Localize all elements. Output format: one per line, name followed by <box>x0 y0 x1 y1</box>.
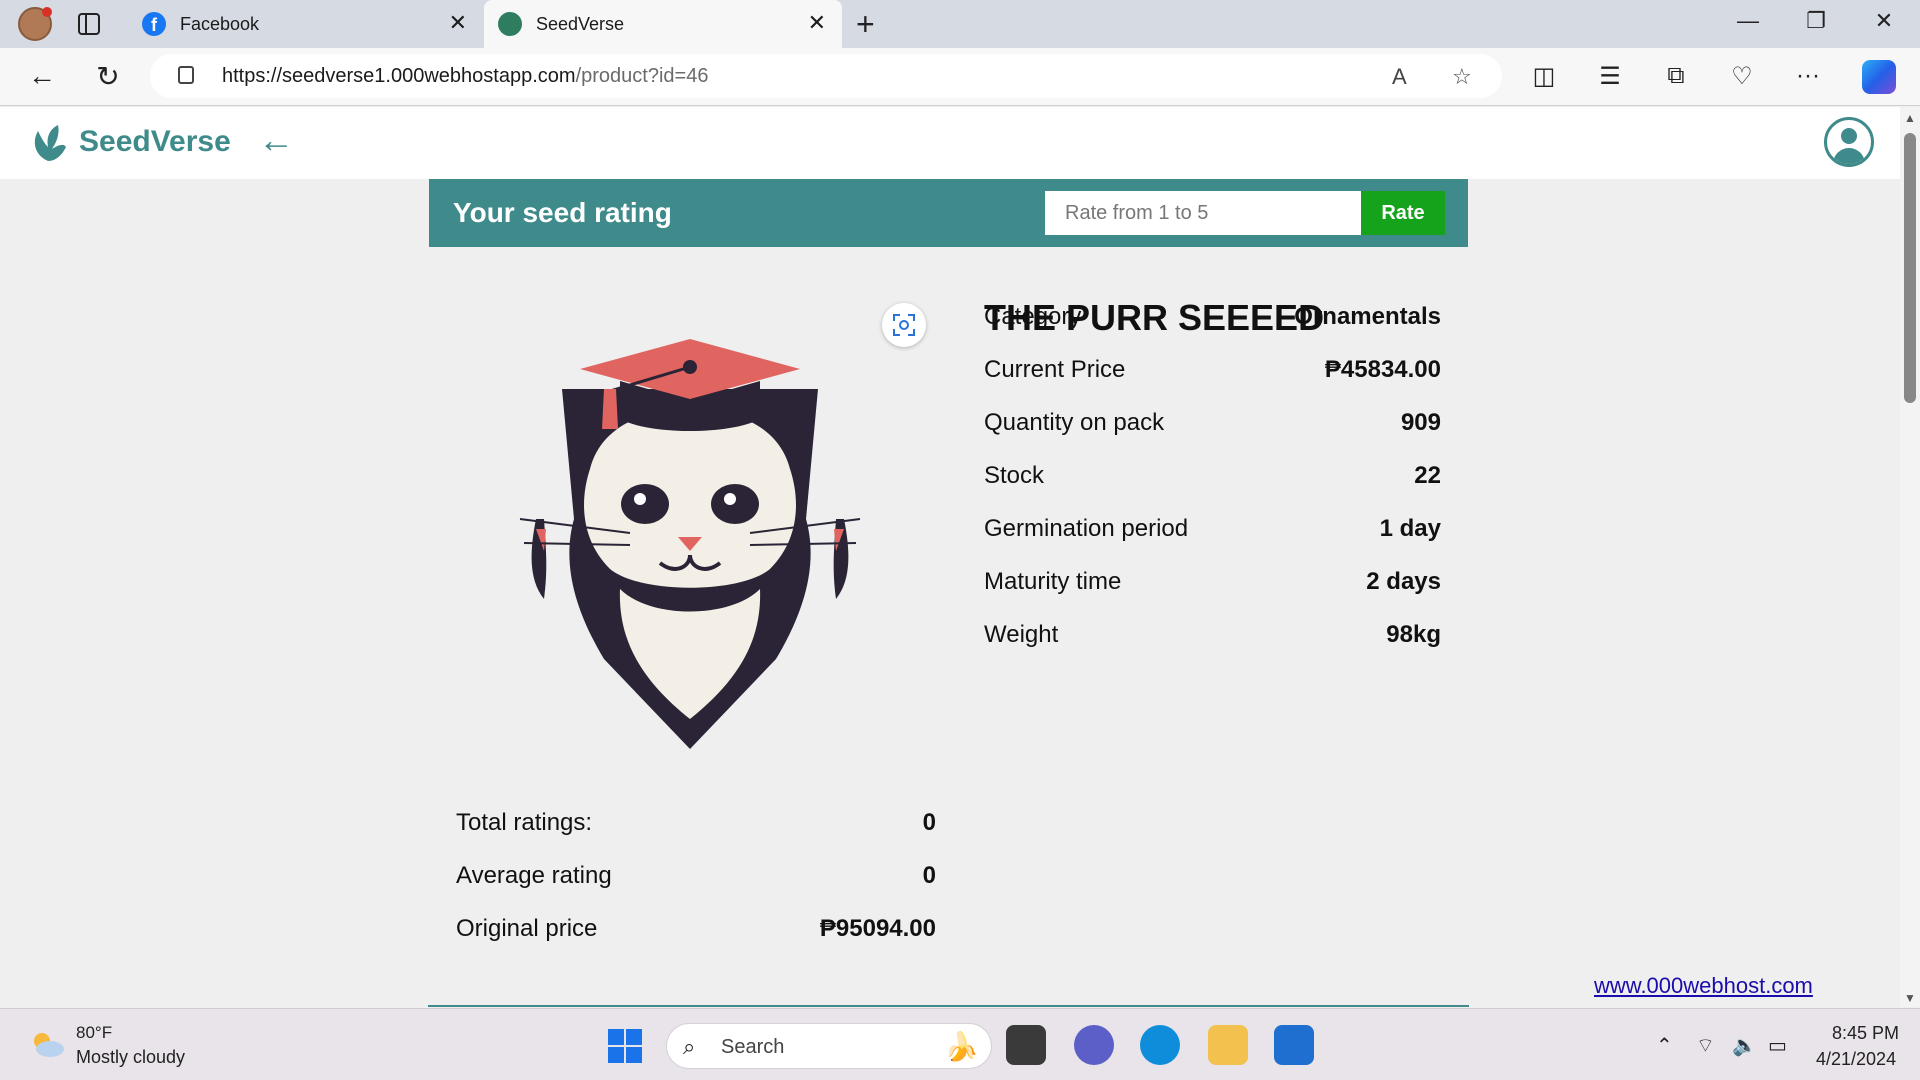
web-page: SeedVerse ← Your seed rating Rate from 1… <box>0 107 1900 1007</box>
refresh-icon[interactable]: ↻ <box>90 60 126 93</box>
scroll-up-icon[interactable]: ▲ <box>1904 111 1916 125</box>
product-image <box>519 339 861 749</box>
spec-label: Current Price <box>984 356 1126 383</box>
rating-input[interactable] <box>1045 191 1361 235</box>
spec-value: 909 <box>1400 409 1441 436</box>
new-tab-icon[interactable]: + <box>856 6 875 43</box>
profile-avatar[interactable] <box>18 7 52 41</box>
spec-value: 1 day <box>1379 515 1441 542</box>
close-tab-icon[interactable]: ✕ <box>449 10 467 36</box>
spec-value: Ornamentals <box>1294 303 1441 330</box>
search-highlight-icon: 🍌 <box>944 1031 979 1062</box>
spec-value: 98kg <box>1386 621 1441 648</box>
spec-row-stock: Stock 22 <box>984 462 1441 502</box>
browser-toolbar: ← ↻ https://seedverse1.000webhostapp.com… <box>0 48 1920 106</box>
stat-row-average-rating: Average rating 0 <box>456 862 936 902</box>
brand-name[interactable]: SeedVerse <box>79 125 231 159</box>
lock-icon[interactable] <box>178 66 194 84</box>
teams-chat-icon[interactable] <box>1074 1025 1114 1065</box>
spec-label: Stock <box>984 462 1045 489</box>
stat-value: 0 <box>922 862 936 889</box>
restore-icon[interactable]: ❐ <box>1796 8 1836 34</box>
back-icon[interactable]: ← <box>24 60 60 92</box>
favorites-icon[interactable]: ☰ <box>1590 62 1630 91</box>
spec-row-maturity: Maturity time 2 days <box>984 568 1441 608</box>
stat-row-original-price: Original price ₱95094.00 <box>456 915 936 955</box>
spec-label: Maturity time <box>984 568 1122 595</box>
minimize-icon[interactable]: — <box>1728 8 1768 34</box>
browser-tab-strip: f Facebook ✕ SeedVerse ✕ + — ❐ ✕ <box>0 0 1920 48</box>
favorite-star-icon[interactable]: ☆ <box>1452 64 1472 90</box>
read-aloud-icon[interactable]: A <box>1392 64 1407 90</box>
rating-title: Your seed rating <box>453 197 672 228</box>
weather-temperature[interactable]: 80°F <box>76 1023 112 1043</box>
clock-time[interactable]: 8:45 PM <box>1832 1023 1899 1044</box>
page-scrollbar[interactable]: ▲ ▼ <box>1900 107 1920 1007</box>
notification-dot <box>42 7 52 17</box>
spec-value: 22 <box>1414 462 1441 489</box>
file-explorer-icon[interactable] <box>1208 1025 1248 1065</box>
back-arrow-icon[interactable]: ← <box>258 119 294 161</box>
stat-value: ₱95094.00 <box>819 915 936 942</box>
stat-value: 0 <box>922 809 936 836</box>
weather-description[interactable]: Mostly cloudy <box>76 1047 185 1068</box>
spec-row-category: Category Ornamentals <box>984 303 1441 343</box>
stat-label: Average rating <box>456 862 612 889</box>
tab-actions-icon[interactable] <box>78 13 100 35</box>
spec-label: Germination period <box>984 515 1189 542</box>
site-header: SeedVerse ← <box>0 107 1900 179</box>
spec-value: ₱45834.00 <box>1324 356 1441 383</box>
spec-row-germination: Germination period 1 day <box>984 515 1441 555</box>
close-window-icon[interactable]: ✕ <box>1864 8 1904 34</box>
spec-label: Quantity on pack <box>984 409 1165 436</box>
search-label: Search <box>721 1036 785 1058</box>
rating-bar: Your seed rating Rate <box>429 179 1468 247</box>
show-hidden-icons-icon[interactable]: ⌃ <box>1656 1033 1673 1058</box>
spec-label: Weight <box>984 621 1059 648</box>
tab-seedverse[interactable]: SeedVerse ✕ <box>484 0 842 48</box>
scroll-down-icon[interactable]: ▼ <box>1904 991 1916 1005</box>
edge-browser-icon[interactable] <box>1140 1025 1180 1065</box>
facebook-icon: f <box>142 12 166 36</box>
search-icon: ⌕ <box>683 1034 696 1059</box>
close-tab-icon[interactable]: ✕ <box>808 10 826 36</box>
tab-label: SeedVerse <box>536 14 625 34</box>
scroll-thumb[interactable] <box>1904 133 1916 403</box>
visual-search-icon[interactable] <box>882 303 926 347</box>
stat-label: Original price <box>456 915 598 942</box>
copilot-icon[interactable] <box>1862 60 1896 94</box>
taskbar: 80°F Mostly cloudy ⌕ Search 🍌 ⌃ ⌔ 🔈 ▭ 8:… <box>0 1008 1920 1080</box>
seedverse-logo-icon[interactable] <box>26 121 70 165</box>
user-account-icon[interactable] <box>1824 117 1874 167</box>
tab-label: Facebook <box>180 14 260 34</box>
rate-button[interactable]: Rate <box>1361 191 1445 235</box>
wifi-icon[interactable]: ⌔ <box>1696 1033 1715 1058</box>
spec-row-current-price: Current Price ₱45834.00 <box>984 356 1441 396</box>
volume-icon[interactable]: 🔈 <box>1732 1033 1757 1058</box>
spec-label: Category <box>984 303 1082 330</box>
webhost-link[interactable]: www.000webhost.com <box>1594 973 1813 999</box>
windows-start-icon[interactable] <box>608 1029 642 1063</box>
task-view-icon[interactable] <box>1006 1025 1046 1065</box>
tab-facebook[interactable]: f Facebook ✕ <box>128 0 483 48</box>
more-options-icon[interactable]: ··· <box>1788 62 1828 90</box>
weather-cloudy-icon[interactable] <box>28 1029 66 1059</box>
stat-row-total-ratings: Total ratings: 0 <box>456 809 936 849</box>
address-bar[interactable]: https://seedverse1.000webhostapp.com/pro… <box>150 54 1502 98</box>
browser-essentials-icon[interactable]: ♡ <box>1722 62 1762 91</box>
battery-icon[interactable]: ▭ <box>1768 1033 1787 1058</box>
collections-icon[interactable]: ⧉ <box>1656 62 1696 90</box>
clock-date[interactable]: 4/21/2024 <box>1816 1049 1896 1070</box>
section-divider <box>428 1005 1469 1007</box>
spec-value: 2 days <box>1366 568 1441 595</box>
url-text[interactable]: https://seedverse1.000webhostapp.com/pro… <box>222 65 708 88</box>
taskbar-search[interactable]: ⌕ Search 🍌 <box>666 1023 992 1069</box>
spec-row-quantity: Quantity on pack 909 <box>984 409 1441 449</box>
seedverse-favicon-icon <box>498 12 522 36</box>
microsoft-store-icon[interactable] <box>1274 1025 1314 1065</box>
split-screen-icon[interactable]: ◫ <box>1524 62 1564 91</box>
spec-row-weight: Weight 98kg <box>984 621 1441 661</box>
stat-label: Total ratings: <box>456 809 593 836</box>
